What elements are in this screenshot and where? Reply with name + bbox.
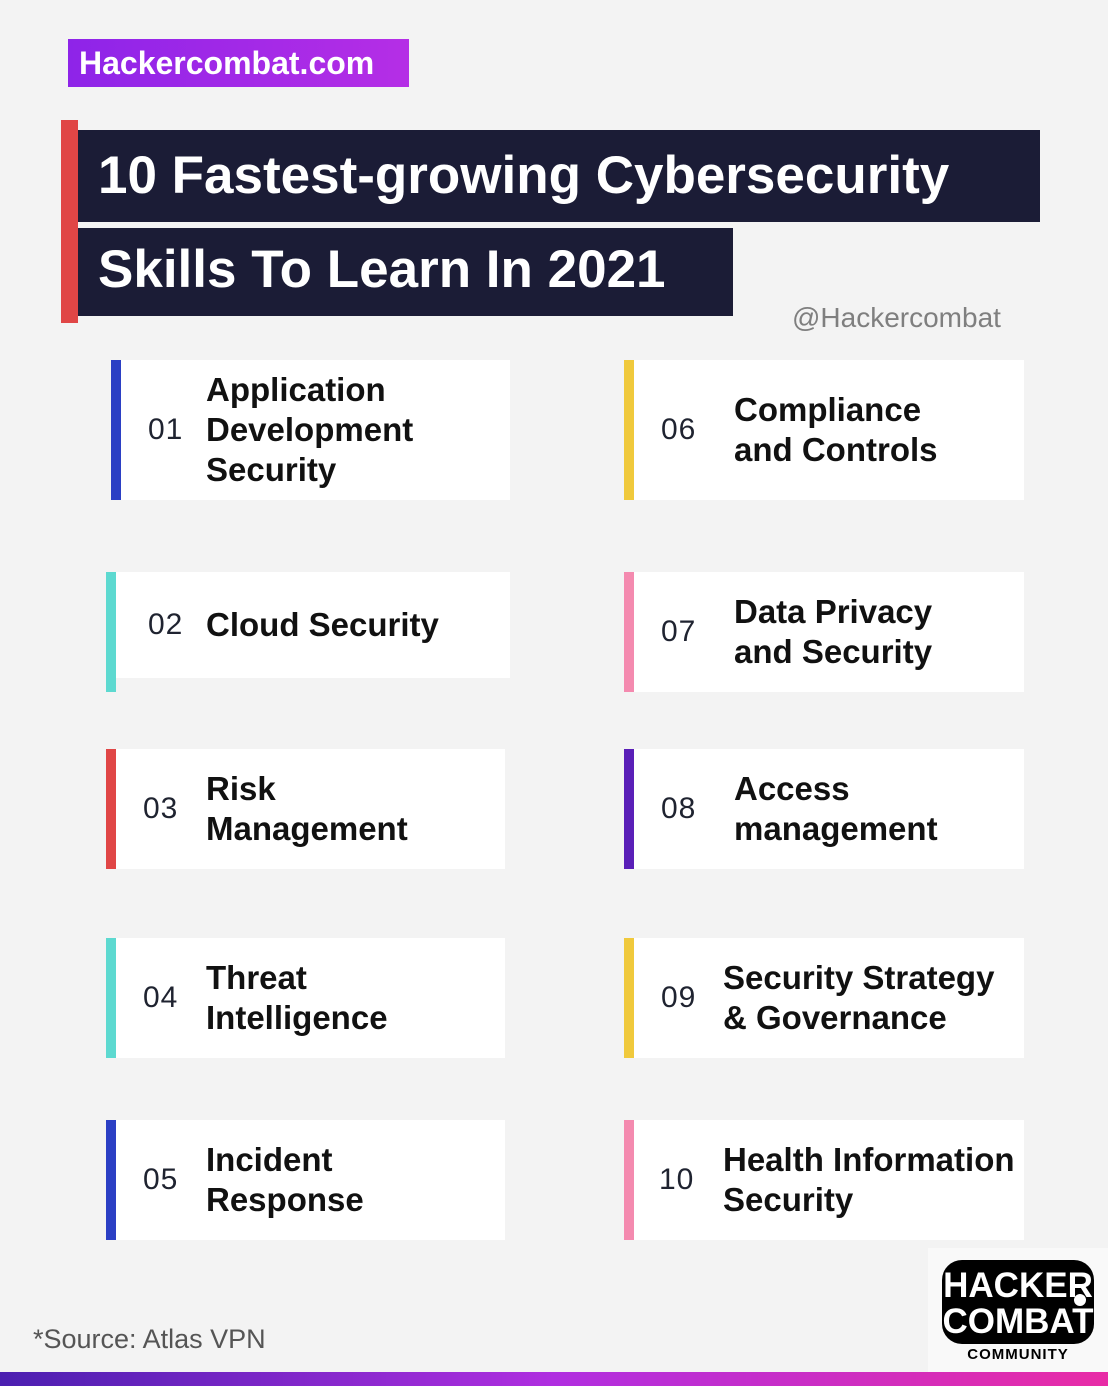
skill-number: 02 (148, 608, 184, 641)
skill-color-bar (624, 1120, 634, 1240)
skill-number: 06 (661, 413, 697, 446)
skill-number: 01 (148, 413, 184, 446)
skill-label: Risk Management (206, 770, 408, 847)
hackercombat-logo: HACKER COMBAT (942, 1260, 1094, 1344)
skill-card-02: 02 Cloud Security (106, 572, 510, 692)
skill-card-01: 01 Application Development Security (111, 360, 510, 500)
skill-number: 08 (661, 792, 697, 825)
skill-label: Incident Response (206, 1141, 364, 1218)
skill-color-bar (624, 360, 634, 500)
skill-card-10: 10 Health Information Security (624, 1120, 1024, 1240)
bottom-gradient-strip (0, 1372, 1108, 1386)
skill-number: 10 (659, 1163, 695, 1196)
source-note: *Source: Atlas VPN (33, 1324, 266, 1354)
skill-card-07: 07 Data Privacy and Security (624, 572, 1024, 692)
skill-number: 05 (143, 1163, 179, 1196)
skill-number: 03 (143, 792, 179, 825)
skill-label: Health Information Security (723, 1141, 1015, 1218)
skill-label: Application Development Security (206, 371, 414, 488)
social-handle: @Hackercombat (792, 302, 1001, 333)
logo-dot-icon (1074, 1294, 1086, 1306)
skill-label: Security Strategy & Governance (723, 959, 995, 1036)
skill-label: Threat Intelligence (206, 959, 388, 1036)
skill-card-09: 09 Security Strategy & Governance (624, 938, 1024, 1058)
page-title-line-2: Skills To Learn In 2021 (78, 228, 733, 316)
skill-card-08: 08 Access management (624, 749, 1024, 869)
skill-color-bar (111, 360, 121, 500)
title-accent-bar (61, 120, 78, 323)
skill-number: 04 (143, 981, 179, 1014)
skill-color-bar (624, 938, 634, 1058)
skill-label: Compliance and Controls (734, 391, 938, 468)
skill-color-bar (624, 749, 634, 869)
skill-label: Access management (734, 770, 938, 847)
skill-number: 07 (661, 615, 697, 648)
skill-color-bar (106, 749, 116, 869)
skill-card-06: 06 Compliance and Controls (624, 360, 1024, 500)
skill-number: 09 (661, 981, 697, 1014)
logo-line-2: COMBAT (942, 1302, 1094, 1341)
logo-line-1: HACKER (943, 1266, 1093, 1305)
brand-site-badge: Hackercombat.com (68, 39, 409, 87)
skill-label: Data Privacy and Security (734, 593, 933, 670)
skill-color-bar (106, 572, 116, 692)
logo-subtitle: COMMUNITY (967, 1346, 1069, 1363)
skill-color-bar (624, 572, 634, 692)
skill-card-04: 04 Threat Intelligence (106, 938, 505, 1058)
skill-card-05: 05 Incident Response (106, 1120, 505, 1240)
skill-card-03: 03 Risk Management (106, 749, 505, 869)
skill-color-bar (106, 1120, 116, 1240)
skill-label: Cloud Security (206, 606, 439, 643)
skill-color-bar (106, 938, 116, 1058)
page-title-line-1: 10 Fastest-growing Cybersecurity (78, 130, 1040, 222)
